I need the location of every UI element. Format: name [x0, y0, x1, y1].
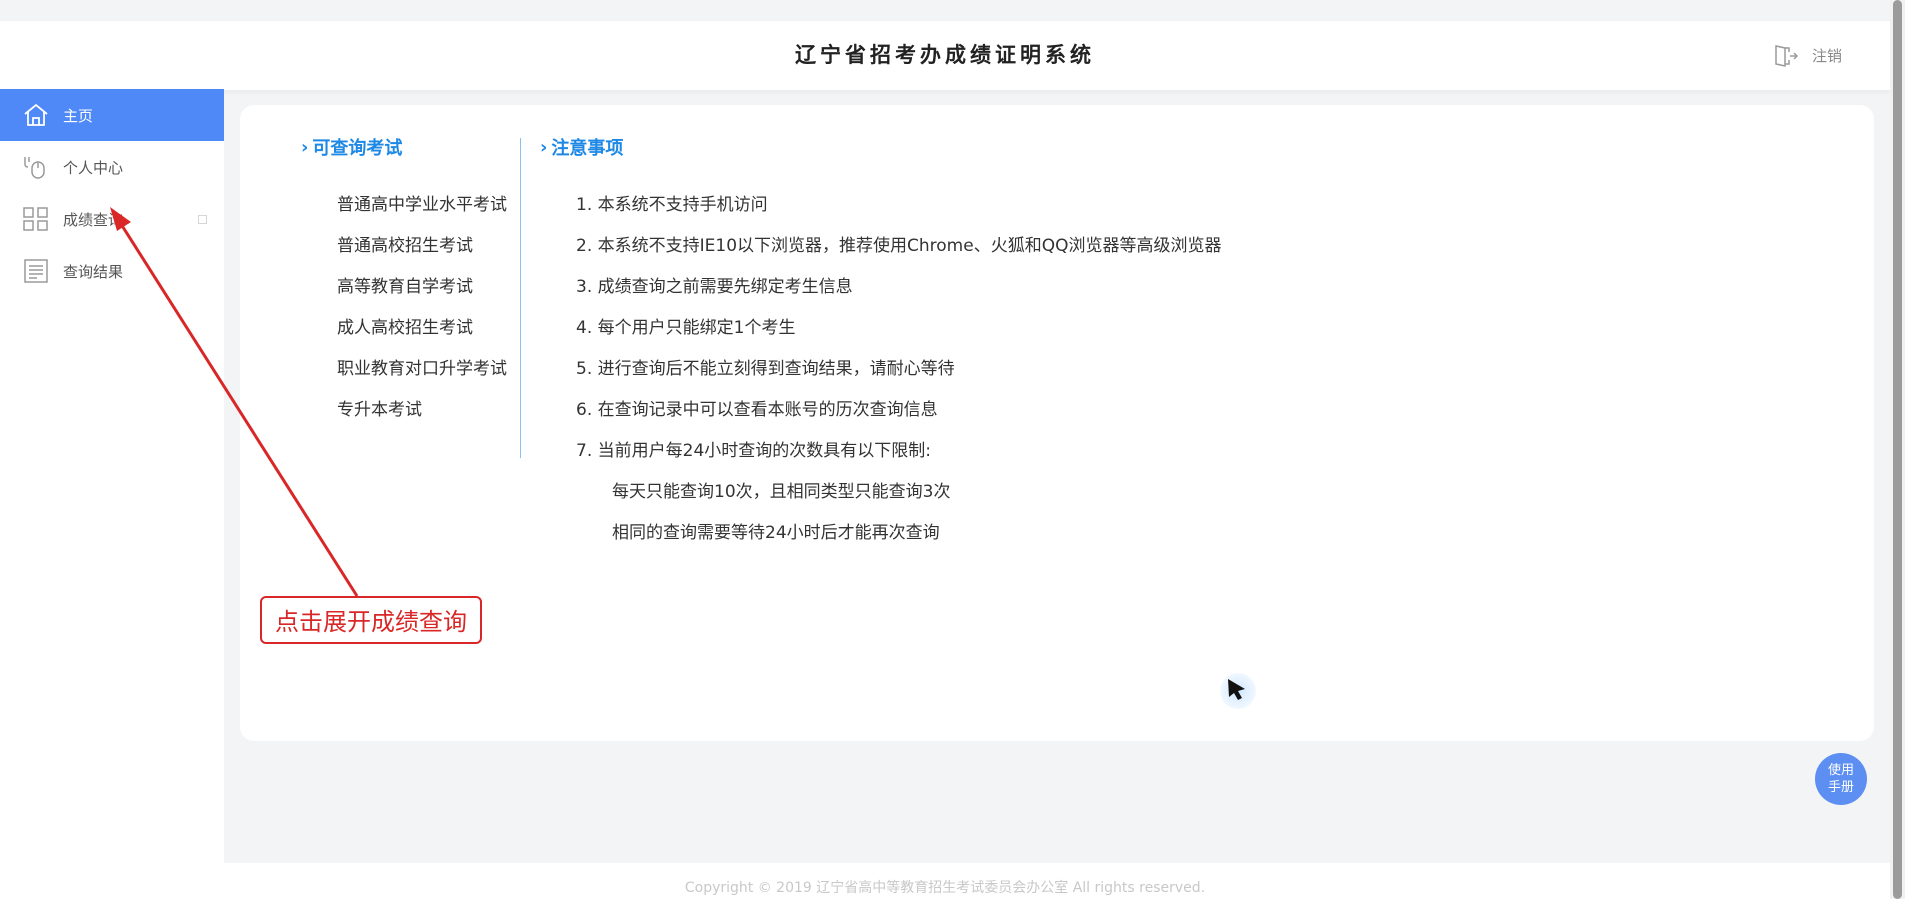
exam-item[interactable]: 高等教育自学考试	[337, 267, 507, 308]
sidebar-item-label: 查询结果	[63, 262, 124, 281]
sidebar-item-results[interactable]: 查询结果	[0, 245, 224, 297]
copyright-text: Copyright © 2019 辽宁省高中等教育招生考试委员会办公室 All …	[684, 880, 1206, 896]
exams-title: › 可查询考试	[301, 136, 403, 160]
logout-icon	[1772, 43, 1798, 69]
exam-item[interactable]: 普通高中学业水平考试	[337, 185, 507, 226]
sub-note-item: 每天只能查询10次，且相同类型只能查询3次	[612, 482, 951, 502]
manual-label-line2: 手册	[1827, 780, 1854, 795]
footer: Copyright © 2019 辽宁省高中等教育招生考试委员会办公室 All …	[0, 863, 1890, 899]
sidebar-item-profile[interactable]: 个人中心	[0, 141, 224, 193]
note-item: 1. 本系统不支持手机访问	[576, 195, 768, 215]
note-item: 6. 在查询记录中可以查看本账号的历次查询信息	[576, 400, 938, 420]
notes-title: › 注意事项	[540, 136, 624, 160]
note-item: 2. 本系统不支持IE10以下浏览器，推荐使用Chrome、火狐和QQ浏览器等高…	[576, 236, 1222, 256]
sidebar-item-home[interactable]: 主页	[0, 89, 224, 141]
column-divider	[520, 138, 521, 458]
sidebar: 主页 个人中心 成绩查询 查询结果	[0, 89, 224, 863]
page-title: 辽宁省招考办成绩证明系统	[795, 43, 1095, 67]
main-card: › 可查询考试 普通高中学业水平考试 普通高校招生考试 高等教育自学考试 成人高…	[240, 105, 1874, 741]
logout-button[interactable]: 注销	[1772, 21, 1842, 90]
chevron-right-icon: ›	[540, 136, 548, 158]
logout-label: 注销	[1812, 47, 1843, 65]
exam-item[interactable]: 专升本考试	[337, 390, 507, 431]
note-item: 5. 进行查询后不能立刻得到查询结果，请耐心等待	[576, 359, 955, 379]
exam-item[interactable]: 成人高校招生考试	[337, 308, 507, 349]
top-strip	[0, 0, 1890, 21]
document-icon	[22, 257, 50, 285]
user-manual-button[interactable]: 使用 手册	[1815, 753, 1867, 805]
grid-icon	[22, 205, 50, 233]
header: 辽宁省招考办成绩证明系统 注销	[0, 21, 1890, 90]
scrollbar[interactable]	[1890, 0, 1905, 899]
note-item: 7. 当前用户每24小时查询的次数具有以下限制:	[576, 441, 931, 461]
sidebar-item-score-query[interactable]: 成绩查询	[0, 193, 224, 245]
scrollbar-thumb[interactable]	[1893, 0, 1902, 899]
notes-list: 1. 本系统不支持手机访问 2. 本系统不支持IE10以下浏览器，推荐使用Chr…	[576, 185, 1221, 554]
manual-label-line1: 使用	[1827, 763, 1854, 778]
annotation-callout: 点击展开成绩查询	[260, 596, 482, 644]
mouse-icon	[22, 153, 50, 181]
sidebar-item-label: 主页	[63, 106, 94, 125]
exam-list: 普通高中学业水平考试 普通高校招生考试 高等教育自学考试 成人高校招生考试 职业…	[337, 185, 507, 431]
chevron-right-icon: ›	[301, 136, 309, 158]
cursor-highlight	[1220, 673, 1256, 709]
note-item: 3. 成绩查询之前需要先绑定考生信息	[576, 277, 853, 297]
exam-item[interactable]: 普通高校招生考试	[337, 226, 507, 267]
exam-item[interactable]: 职业教育对口升学考试	[337, 349, 507, 390]
expand-icon[interactable]	[198, 215, 207, 224]
sidebar-item-label: 个人中心	[63, 158, 124, 177]
home-icon	[22, 101, 50, 129]
note-item: 4. 每个用户只能绑定1个考生	[576, 318, 796, 338]
sidebar-item-label: 成绩查询	[63, 210, 124, 229]
sub-note-item: 相同的查询需要等待24小时后才能再次查询	[612, 523, 940, 543]
